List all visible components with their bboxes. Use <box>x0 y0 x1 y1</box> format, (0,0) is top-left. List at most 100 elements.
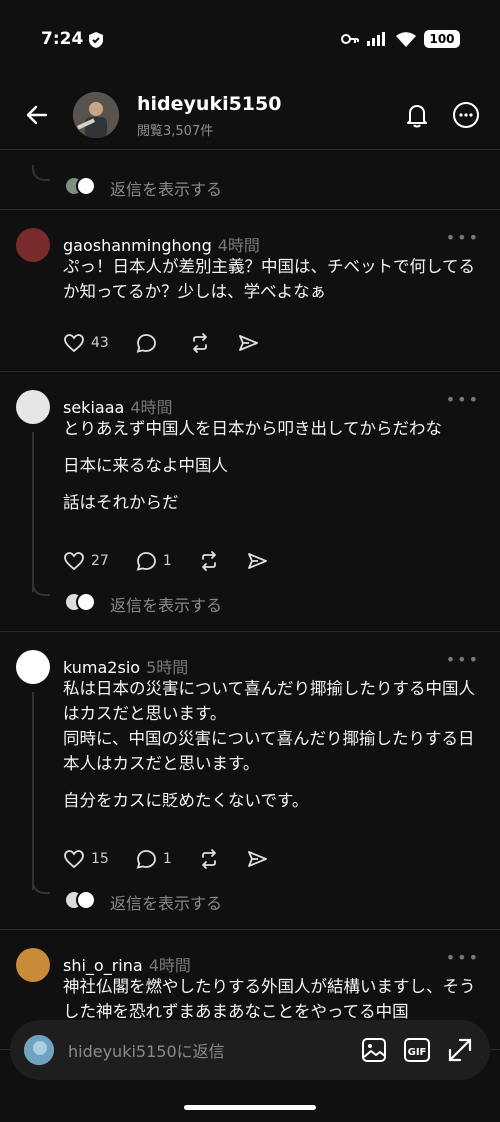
like-count: 27 <box>91 553 109 569</box>
post-body: ぷっ！日本人が差別主義？中国は、チベットで何してるか知ってるか？少しは、学べよな… <box>63 254 483 316</box>
download-icon <box>76 592 96 612</box>
post-paragraph: 日本に来るなよ中国人 <box>63 456 228 475</box>
comment-icon <box>136 334 156 353</box>
key-icon <box>341 34 359 44</box>
send-icon <box>247 553 267 569</box>
post-time: 4時間 <box>130 398 173 417</box>
reply-input[interactable]: hideyuki5150に返信 <box>68 1038 225 1062</box>
share-button[interactable] <box>237 332 259 354</box>
signal-icon <box>367 32 385 46</box>
post-paragraph: 私は日本の災害について喜んだり揶揄したりする中国人はカスだと思います。 同時に、… <box>63 679 476 773</box>
post-username[interactable]: gaoshanminghong 4時間 <box>63 232 260 256</box>
post-item: gaoshanminghong 4時間 ••• ぷっ！日本人が差別主義？中国は、チベッ… <box>0 210 500 372</box>
thread-list: 返信を表示する gaoshanminghong 4時間 ••• ぷっ！日本人が差別主義… <box>0 150 500 1050</box>
post-menu-icon[interactable]: ••• <box>446 228 480 247</box>
thread-line <box>32 432 34 592</box>
bell-icon[interactable] <box>402 100 432 130</box>
like-button[interactable]: 27 <box>63 550 109 572</box>
repost-button[interactable] <box>189 332 211 354</box>
share-button[interactable] <box>246 848 268 870</box>
thread-line <box>32 692 34 890</box>
post-actions: 27 1 <box>63 550 294 572</box>
post-body: 私は日本の災害について喜んだり揶揄したりする中国人はカスだと思います。 同時に、… <box>63 676 483 825</box>
view-count: 閲覧3,507件 <box>137 124 214 139</box>
post-paragraph: 自分をカスに貶めたくないです。 <box>63 791 309 810</box>
send-icon <box>247 851 267 867</box>
post-paragraph: 神社仏閣を燃やしたりする外国人が結構いますし、そうした神を恐れずまあまあなことを… <box>63 977 476 1021</box>
post-time: 4時間 <box>148 956 191 975</box>
like-button[interactable]: 43 <box>63 332 109 354</box>
reply-composer[interactable]: hideyuki5150に返信 GIF <box>10 1020 490 1080</box>
like-count: 15 <box>91 851 109 867</box>
composer-avatar <box>24 1035 54 1065</box>
post-username[interactable]: shi_o_rina 4時間 <box>63 952 191 976</box>
author-avatar[interactable] <box>73 92 119 138</box>
post-paragraph: 話はそれからだ <box>63 493 179 512</box>
post-paragraph: ぷっ！日本人が差別主義？中国は、チベットで何してるか知ってるか？少しは、学べよな… <box>63 257 476 301</box>
status-indicators: 100 <box>341 30 460 48</box>
wifi-icon <box>396 32 416 47</box>
arrow-left-icon[interactable] <box>24 102 50 128</box>
reply-button[interactable]: 1 <box>135 550 172 572</box>
post-menu-icon[interactable]: ••• <box>446 390 480 409</box>
username-text[interactable]: sekiaaa <box>63 398 124 417</box>
like-button[interactable]: 15 <box>63 848 109 870</box>
download-icon <box>76 890 96 910</box>
repost-button[interactable] <box>198 550 220 572</box>
post-actions: 15 1 <box>63 848 294 870</box>
like-count: 43 <box>91 335 109 351</box>
send-icon <box>238 335 258 351</box>
repost-icon <box>192 333 207 353</box>
show-replies-link[interactable]: 返信を表示する <box>110 176 222 200</box>
comment-icon <box>136 850 156 869</box>
post-menu-icon[interactable]: ••• <box>446 650 480 669</box>
reply-avatars <box>64 592 100 612</box>
image-icon[interactable] <box>360 1036 388 1064</box>
post-menu-icon[interactable]: ••• <box>446 948 480 967</box>
username-text[interactable]: shi_o_rina <box>63 956 143 975</box>
repost-button[interactable] <box>198 848 220 870</box>
username-text[interactable]: gaoshanminghong <box>63 236 212 255</box>
shield-icon <box>89 32 103 48</box>
avatar[interactable] <box>16 650 50 684</box>
home-indicator[interactable] <box>184 1105 316 1110</box>
avatar[interactable] <box>16 228 50 262</box>
repost-icon <box>201 849 216 869</box>
reply-connector <box>32 878 50 894</box>
post-body: とりあえず中国人を日本から叩き出してからだわな 日本に来るなよ中国人 話はそれからだ <box>63 416 483 527</box>
more-circle-icon[interactable] <box>451 100 481 130</box>
post-item: kuma2sio 5時間 ••• 私は日本の災害について喜んだり揶揄したりする中国人は… <box>0 632 500 930</box>
battery-indicator: 100 <box>424 30 460 48</box>
heart-icon <box>64 850 84 869</box>
post-time: 4時間 <box>217 236 260 255</box>
post-partial: 返信を表示する <box>0 150 500 210</box>
post-actions: 43 <box>63 332 285 354</box>
comment-icon <box>136 552 156 571</box>
reply-count: 1 <box>162 851 172 867</box>
post-paragraph: とりあえず中国人を日本から叩き出してからだわな <box>63 419 443 438</box>
reply-count: 1 <box>162 553 172 569</box>
reply-avatars <box>64 890 100 910</box>
post-time: 5時間 <box>146 658 189 677</box>
repost-icon <box>201 551 216 571</box>
svg-text:GIF: GIF <box>408 1047 427 1058</box>
show-replies-link[interactable]: 返信を表示する <box>110 592 222 616</box>
heart-icon <box>64 334 84 353</box>
status-bar: 7:24 100 <box>0 0 500 80</box>
post-username[interactable]: sekiaaa 4時間 <box>63 394 173 418</box>
username-text[interactable]: kuma2sio <box>63 658 140 677</box>
reply-connector <box>32 165 50 181</box>
post-item: sekiaaa 4時間 ••• とりあえず中国人を日本から叩き出してからだわな 日本に来… <box>0 372 500 632</box>
avatar[interactable] <box>16 390 50 424</box>
expand-icon[interactable] <box>446 1036 474 1064</box>
avatar[interactable] <box>16 948 50 982</box>
reply-button[interactable]: 1 <box>135 848 172 870</box>
reply-avatars <box>64 176 100 196</box>
author-username[interactable]: hideyuki5150 <box>137 93 281 115</box>
heart-icon <box>64 552 84 571</box>
reply-button[interactable] <box>135 332 163 354</box>
show-replies-link[interactable]: 返信を表示する <box>110 890 222 914</box>
gif-icon[interactable]: GIF <box>403 1036 431 1064</box>
post-username[interactable]: kuma2sio 5時間 <box>63 654 188 678</box>
share-button[interactable] <box>246 550 268 572</box>
